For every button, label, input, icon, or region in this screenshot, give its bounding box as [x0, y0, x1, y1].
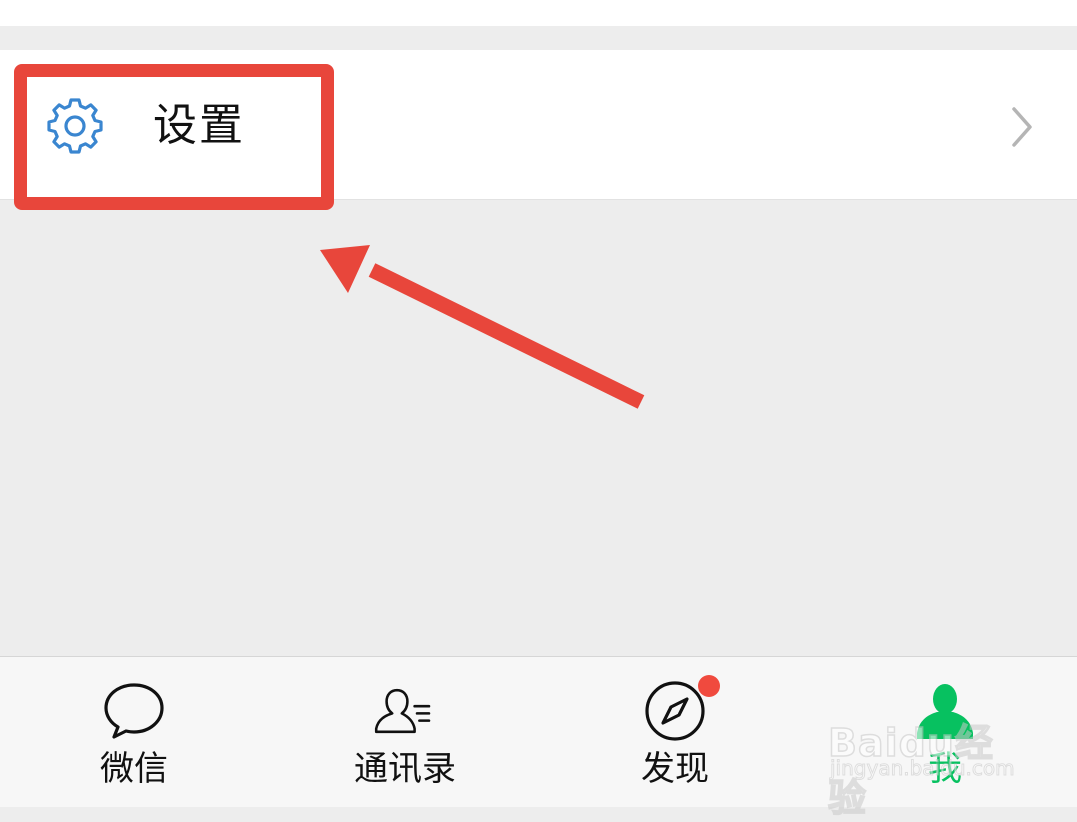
- section-gap: [0, 26, 1077, 50]
- settings-row[interactable]: 设置: [0, 50, 1077, 200]
- settings-label: 设置: [153, 100, 245, 151]
- profile-icon: [917, 684, 973, 739]
- tab-me[interactable]: 我: [845, 657, 1045, 808]
- tab-label-chats: 微信: [100, 749, 168, 789]
- tab-contacts[interactable]: 通讯录: [305, 657, 505, 808]
- chat-bubble-icon: [104, 683, 164, 739]
- tab-label-contacts: 通讯录: [354, 749, 456, 789]
- tab-discover[interactable]: 发现: [575, 657, 775, 808]
- tab-label-discover: 发现: [641, 749, 709, 789]
- gear-icon: [47, 98, 103, 154]
- chevron-right-icon: [1012, 107, 1032, 147]
- discover-badge-dot: [698, 675, 720, 697]
- top-white-strip: [0, 0, 1077, 26]
- tab-chats[interactable]: 微信: [34, 657, 234, 808]
- contacts-icon: [374, 688, 431, 734]
- bottom-tab-bar: 微信 通讯录 发现 我: [0, 656, 1077, 807]
- tab-label-me: 我: [928, 749, 962, 789]
